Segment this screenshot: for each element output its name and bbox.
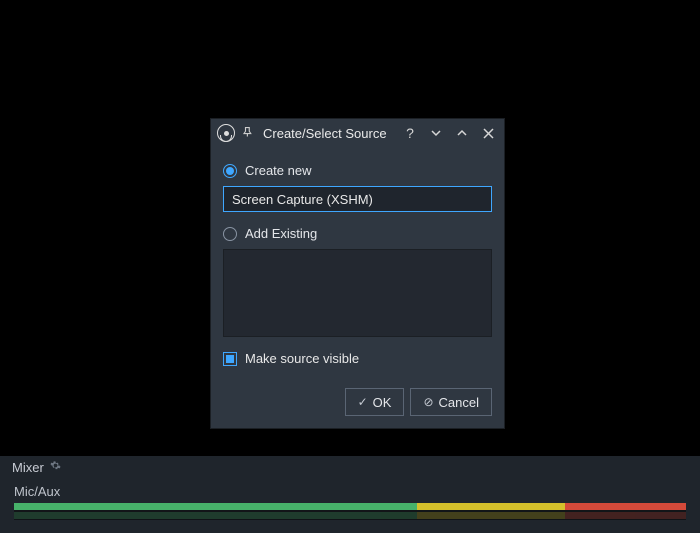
ok-button[interactable]: ✓ OK [345,388,405,416]
gear-icon[interactable] [50,460,61,474]
maximize-button[interactable] [452,123,472,143]
help-button[interactable]: ? [400,123,420,143]
add-existing-label: Add Existing [245,226,317,241]
dialog-titlebar[interactable]: Create/Select Source ? [211,119,504,147]
source-name-input[interactable] [223,186,492,212]
mixer-title: Mixer [12,460,44,475]
radio-icon [223,227,237,241]
make-visible-label: Make source visible [245,351,359,366]
dialog-button-row: ✓ OK ⊘ Cancel [211,378,504,428]
checkbox-icon [223,352,237,366]
obs-app-icon [217,124,235,142]
dialog-title: Create/Select Source [263,126,387,141]
close-button[interactable] [478,123,498,143]
cancel-label: Cancel [439,395,479,410]
radio-icon [223,164,237,178]
dialog-body: Create new Add Existing Make source visi… [211,147,504,378]
make-visible-checkbox[interactable]: Make source visible [223,351,492,366]
create-select-source-dialog: Create/Select Source ? Create new Add Ex… [210,118,505,429]
mixer-body: Mic/Aux [0,478,700,520]
existing-sources-listbox[interactable] [223,249,492,337]
cancel-icon: ⊘ [423,395,433,409]
pin-icon[interactable] [241,126,253,141]
create-new-label: Create new [245,163,311,178]
check-icon: ✓ [358,395,368,409]
minimize-button[interactable] [426,123,446,143]
channel-label: Mic/Aux [14,484,686,499]
add-existing-radio[interactable]: Add Existing [223,226,492,241]
create-new-radio[interactable]: Create new [223,163,492,178]
audio-meter [14,503,686,520]
mixer-header: Mixer [0,456,700,478]
ok-label: OK [373,395,392,410]
mixer-panel: Mixer Mic/Aux [0,455,700,533]
cancel-button[interactable]: ⊘ Cancel [410,388,492,416]
